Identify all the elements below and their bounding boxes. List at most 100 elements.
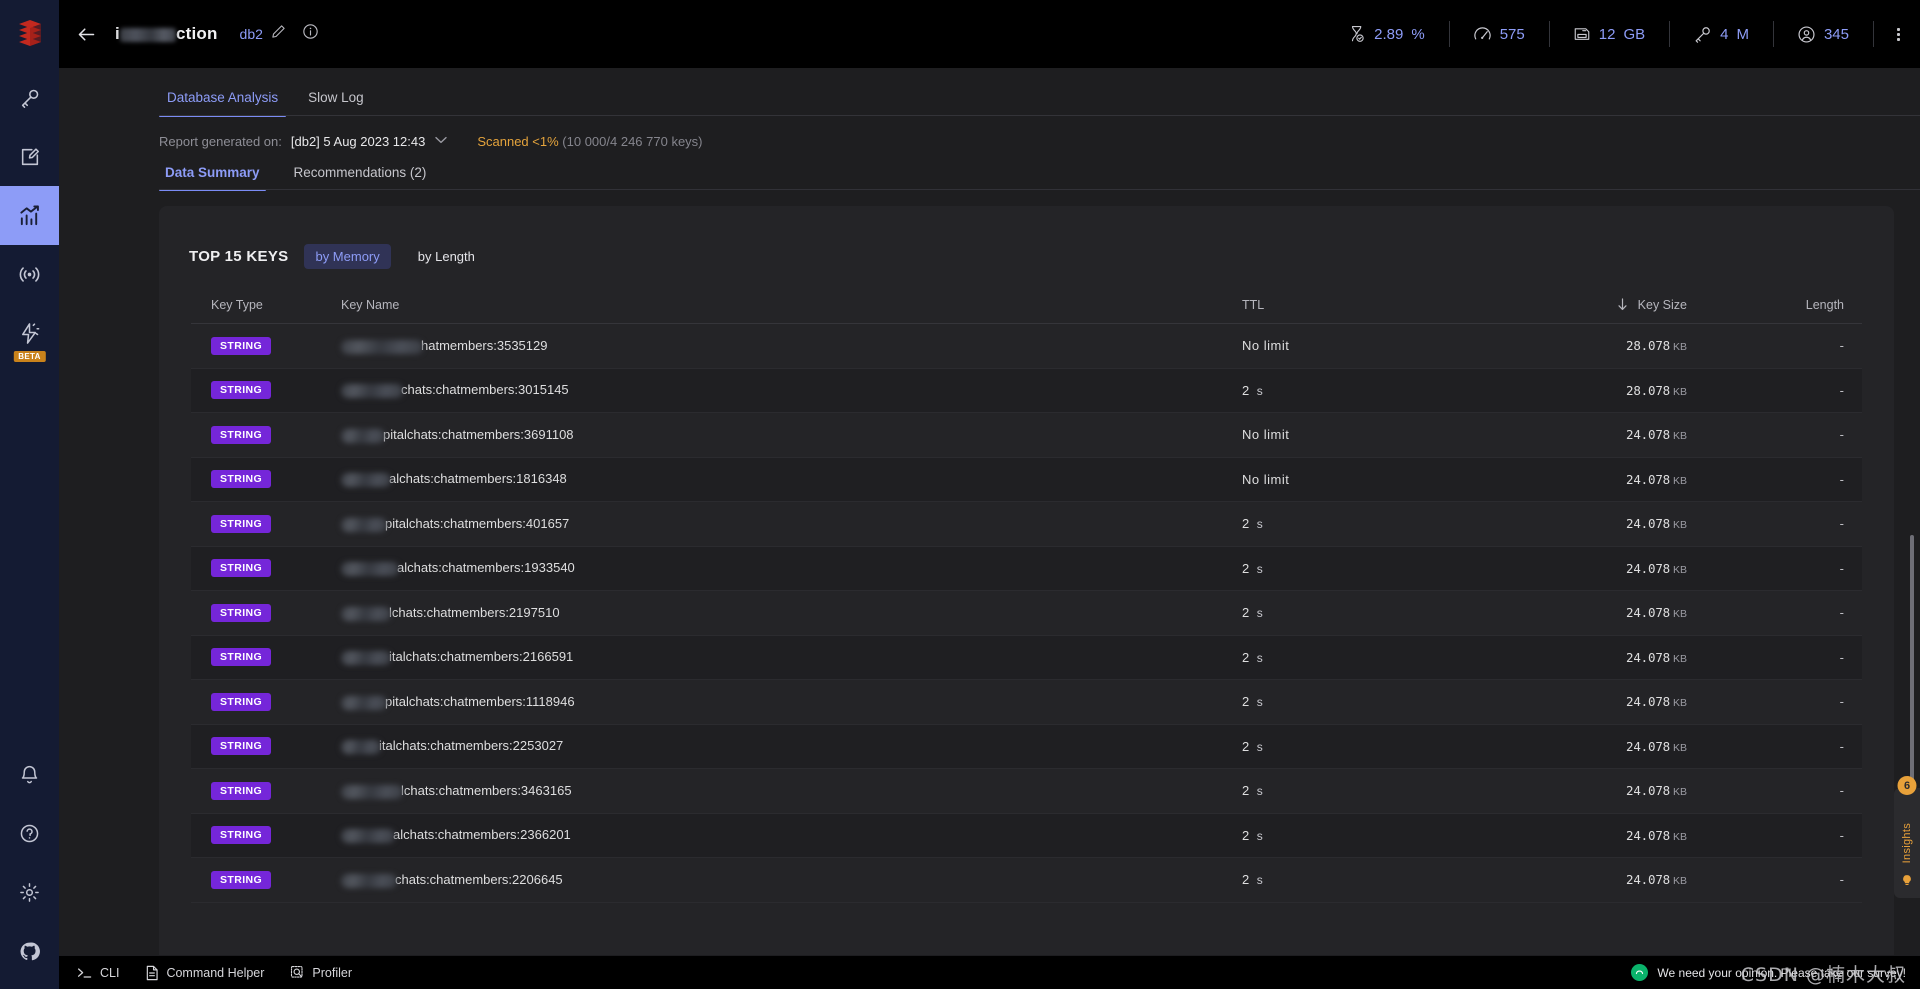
key-size-unit: KB xyxy=(1672,341,1687,354)
table-row[interactable]: STRING chats:chatmembers:2206645 2 s 24.078 K… xyxy=(191,858,1862,903)
sidebar-item-workbench[interactable] xyxy=(0,127,59,186)
ttl-unit: s xyxy=(1256,828,1263,843)
tab-recommendations[interactable]: Recommendations (2) xyxy=(288,165,433,190)
table-row[interactable]: STRING lchats:chatmembers:3463165 2 s 24.078… xyxy=(191,769,1862,814)
table-row[interactable]: STRING lchats:chatmembers:2197510 2 s 24.078… xyxy=(191,591,1862,636)
key-name-redacted xyxy=(341,873,397,888)
cell-key-name: pitalchats:chatmembers:401657 xyxy=(341,516,1242,532)
table-row[interactable]: STRING alchats:chatmembers:2366201 2 s 24.07… xyxy=(191,813,1862,858)
column-header-length[interactable]: Length xyxy=(1742,298,1862,312)
page-title: TOP 15 KEYS xyxy=(189,248,289,265)
column-header-ttl[interactable]: TTL xyxy=(1242,298,1492,312)
cell-length: - xyxy=(1839,694,1844,710)
stat-clients[interactable]: 345 xyxy=(1773,25,1873,44)
table-row[interactable]: STRING chats:chatmembers:3015145 2 s 28.078 K… xyxy=(191,368,1862,413)
sidebar-item-pubsub[interactable] xyxy=(0,245,59,304)
sidebar-item-help[interactable] xyxy=(0,804,59,863)
table-row[interactable]: STRING alchats:chatmembers:1933540 2 s 24.07… xyxy=(191,546,1862,591)
sidebar-item-settings[interactable] xyxy=(0,863,59,922)
segment-by-length[interactable]: by Length xyxy=(407,244,486,269)
cell-key-type: STRING xyxy=(191,470,341,489)
command-helper-label: Command Helper xyxy=(166,965,265,980)
tab-data-summary[interactable]: Data Summary xyxy=(159,165,266,191)
cell-key-name: hatmembers:3535129 xyxy=(341,338,1242,354)
key-name-text: chats:chatmembers:2206645 xyxy=(341,871,563,888)
stat-commands[interactable]: 575 xyxy=(1449,25,1549,44)
cell-ttl: 2s xyxy=(1242,650,1492,665)
key-icon xyxy=(1695,26,1710,43)
key-type-badge: STRING xyxy=(211,781,272,800)
column-header-key-type[interactable]: Key Type xyxy=(191,298,341,312)
cell-key-name: alchats:chatmembers:1933540 xyxy=(341,560,1242,577)
key-name-redacted xyxy=(341,473,391,488)
key-name-visible: pitalchats:chatmembers:3691108 xyxy=(383,426,574,442)
table-row[interactable]: STRING pitalchats:chatmembers:1118946 2 s 24… xyxy=(191,680,1862,725)
ttl-value: 2 xyxy=(1242,783,1250,799)
profiler-button[interactable]: Profiler xyxy=(290,965,352,980)
key-type-badge: STRING xyxy=(211,336,272,355)
cell-key-type: STRING xyxy=(191,648,341,667)
vertical-scrollbar[interactable] xyxy=(1910,535,1914,805)
insights-tab[interactable]: 6 Insights xyxy=(1894,776,1920,898)
table-row[interactable]: STRING pitalchats:chatmembers:3691108 No l… xyxy=(191,413,1862,458)
table-header-row: Key Type Key Name TTL Key Size Length xyxy=(191,287,1862,324)
survey-banner[interactable]: We need your opinion. Please take our su… xyxy=(1631,964,1906,981)
table-row[interactable]: STRING italchats:chatmembers:2166591 2 s 24.… xyxy=(191,635,1862,680)
key-name-text: italchats:chatmembers:2253027 xyxy=(341,738,563,755)
key-name-text: hatmembers:3535129 xyxy=(341,338,547,354)
cell-ttl: 2s xyxy=(1242,561,1492,576)
table-row[interactable]: STRING hatmembers:3535129 No limit 28.078 KB… xyxy=(191,324,1862,369)
key-name-visible: italchats:chatmembers:2166591 xyxy=(389,649,574,665)
cell-key-size: 24.078 KB xyxy=(1492,650,1742,665)
sidebar-item-browser[interactable] xyxy=(0,68,59,127)
cell-key-name: alchats:chatmembers:1816348 xyxy=(341,471,1242,488)
key-type-badge: STRING xyxy=(211,737,272,756)
ttl-value: No limit xyxy=(1242,471,1290,487)
cli-button[interactable]: CLI xyxy=(77,966,119,980)
sidebar-item-analysis[interactable] xyxy=(0,186,59,245)
table-row[interactable]: STRING alchats:chatmembers:1816348 No limi… xyxy=(191,457,1862,502)
key-size-unit: KB xyxy=(1672,697,1687,710)
command-helper-button[interactable]: Command Helper xyxy=(145,965,264,981)
key-name-text: pitalchats:chatmembers:1118946 xyxy=(341,694,575,710)
cell-length: - xyxy=(1839,872,1844,888)
sidebar-item-triggers[interactable]: BETA xyxy=(0,304,59,363)
key-name-visible: alchats:chatmembers:2366201 xyxy=(393,827,571,843)
report-date-value[interactable]: [db2] 5 Aug 2023 12:43 xyxy=(291,134,425,149)
ttl-value: No limit xyxy=(1242,338,1290,354)
key-type-badge: STRING xyxy=(211,559,272,578)
back-arrow-icon[interactable] xyxy=(69,17,103,51)
chevron-down-icon[interactable] xyxy=(435,136,448,147)
table-row[interactable]: STRING italchats:chatmembers:2253027 2 s 24.… xyxy=(191,724,1862,769)
key-size-unit: KB xyxy=(1672,786,1687,799)
cell-length: - xyxy=(1839,649,1844,665)
stat-cpu[interactable]: 2.89 % xyxy=(1324,25,1449,43)
segment-by-memory[interactable]: by Memory xyxy=(304,244,391,269)
pencil-icon[interactable] xyxy=(271,24,286,44)
cell-length: - xyxy=(1839,738,1844,754)
survey-text: We need your opinion. Please take our su… xyxy=(1657,965,1906,980)
key-size-value: 24.078 xyxy=(1626,471,1670,487)
column-header-key-size[interactable]: Key Size xyxy=(1492,298,1742,312)
cell-ttl: 2s xyxy=(1242,783,1492,798)
cell-ttl: 2s xyxy=(1242,516,1492,531)
key-name-redacted xyxy=(341,829,395,844)
kebab-menu-icon[interactable] xyxy=(1873,26,1904,43)
broadcast-icon xyxy=(19,267,40,282)
table-row[interactable]: STRING pitalchats:chatmembers:401657 2 s 24.… xyxy=(191,502,1862,547)
tab-database-analysis[interactable]: Database Analysis xyxy=(159,90,287,117)
sidebar-item-notifications[interactable] xyxy=(0,745,59,804)
report-generated-label: Report generated on: xyxy=(159,134,282,149)
key-name-visible: chats:chatmembers:2206645 xyxy=(395,871,563,887)
stat-keys[interactable]: 4 M xyxy=(1669,25,1773,44)
tab-slow-log[interactable]: Slow Log xyxy=(300,90,372,116)
analysis-scroll-body[interactable]: TOP 15 KEYS by Memory by Length Key Type… xyxy=(59,190,1920,955)
sidebar-item-github[interactable] xyxy=(0,922,59,981)
cell-key-name: pitalchats:chatmembers:1118946 xyxy=(341,694,1242,710)
panel-header: TOP 15 KEYS by Memory by Length xyxy=(159,236,1894,287)
info-icon[interactable] xyxy=(302,23,319,45)
cell-key-size: 24.078 KB xyxy=(1492,828,1742,843)
column-header-key-name[interactable]: Key Name xyxy=(341,298,1242,312)
report-info-row: Report generated on: [db2] 5 Aug 2023 12… xyxy=(59,116,1920,149)
stat-memory[interactable]: 12 GB xyxy=(1549,25,1669,43)
